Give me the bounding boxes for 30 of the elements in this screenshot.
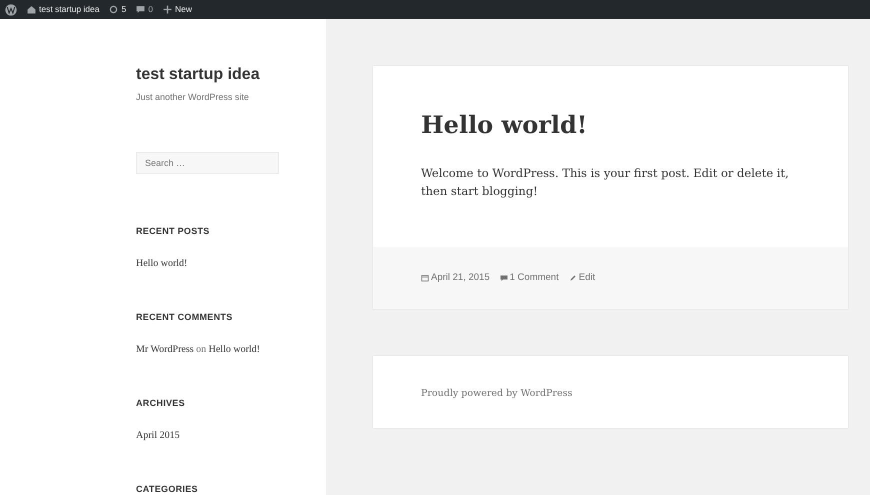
search-field[interactable]: Search … bbox=[136, 152, 279, 174]
widget-title: RECENT POSTS bbox=[136, 227, 210, 236]
post-date-link[interactable]: April 21, 2015 bbox=[421, 270, 490, 285]
comments-link[interactable]: 0 bbox=[136, 3, 153, 16]
comment-author-link[interactable]: Mr WordPress bbox=[136, 344, 194, 356]
site-name-link[interactable]: test startup idea bbox=[27, 3, 100, 16]
footer-credit[interactable]: Proudly powered by WordPress bbox=[421, 388, 572, 399]
plus-icon bbox=[162, 5, 172, 14]
calendar-icon bbox=[421, 274, 429, 282]
edit-link[interactable]: Edit bbox=[568, 270, 596, 285]
wordpress-logo-icon[interactable] bbox=[5, 4, 17, 16]
post-text: Welcome to WordPress. This is your first post. Edit or delete it, then start blogging! bbox=[421, 164, 790, 200]
comments-link[interactable]: 1 Comment bbox=[500, 270, 559, 285]
recent-comment: Mr WordPress on Hello world! bbox=[136, 343, 262, 358]
widget-link[interactable]: Hello world! bbox=[136, 256, 326, 272]
comment-icon bbox=[500, 274, 508, 282]
site-tagline: Just another WordPress site bbox=[136, 91, 249, 104]
pencil-icon bbox=[568, 274, 577, 282]
widget-title: RECENT COMMENTS bbox=[136, 313, 232, 322]
updates-link[interactable]: 5 bbox=[109, 3, 126, 16]
site-title[interactable]: test startup idea bbox=[136, 65, 326, 84]
widget-title: CATEGORIES bbox=[136, 485, 198, 494]
comment-icon bbox=[136, 5, 146, 14]
comment-post-link[interactable]: Hello world! bbox=[208, 344, 260, 356]
widget-title: ARCHIVES bbox=[136, 399, 185, 408]
refresh-icon bbox=[109, 5, 118, 14]
post-title[interactable]: Hello world! bbox=[421, 111, 800, 140]
home-icon bbox=[27, 5, 36, 14]
widget-link[interactable]: April 2015 bbox=[136, 428, 326, 444]
new-link[interactable]: New bbox=[162, 3, 192, 16]
